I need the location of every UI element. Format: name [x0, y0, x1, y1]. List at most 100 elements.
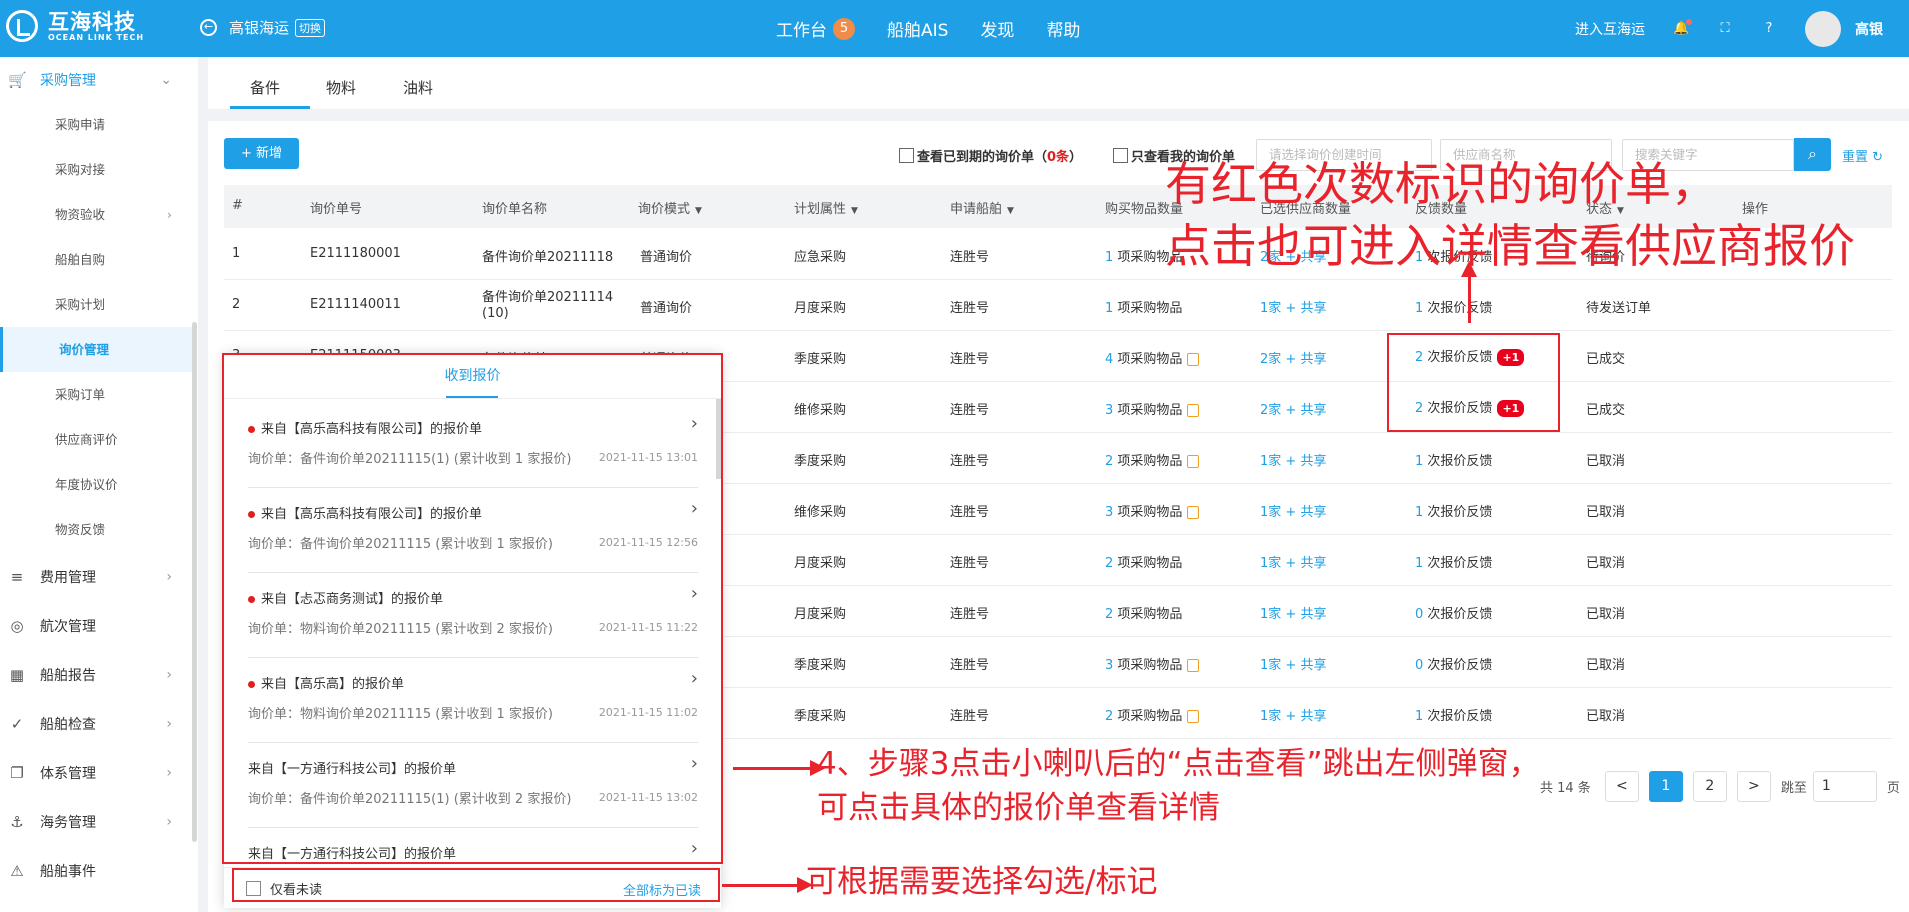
- add-button[interactable]: + 新增: [224, 138, 299, 169]
- sidebar-item-voyage[interactable]: ◎ 航次管理: [0, 603, 192, 648]
- top-bar: 互海科技 OCEAN LINK TECH ← 高银海运 切换 工作台 5 船舶AI…: [0, 0, 1909, 57]
- cell-suppliers[interactable]: 2家 + 共享: [1260, 348, 1326, 367]
- sidebar-sub-order[interactable]: 采购订单: [0, 372, 192, 417]
- cell-plan: 月度采购: [794, 607, 847, 622]
- cell-suppliers[interactable]: 1家 + 共享: [1260, 603, 1326, 622]
- cell-plan: 应急采购: [794, 250, 847, 265]
- next-page-button[interactable]: >: [1736, 771, 1771, 802]
- pagination: 共 14 条 < 1 2 > 跳至 1 页: [1540, 771, 1900, 802]
- switch-button[interactable]: 切换: [295, 18, 326, 37]
- qty-label: 项采购物品: [1117, 505, 1183, 520]
- cell-suppliers[interactable]: 1家 + 共享: [1260, 501, 1326, 520]
- sidebar-sub-feedback[interactable]: 物资反馈: [0, 507, 192, 552]
- nav-ais[interactable]: 船舶AIS: [887, 16, 948, 41]
- cell-suppliers[interactable]: 1家 + 共享: [1260, 552, 1326, 571]
- sidebar-item-marine[interactable]: ⚓ 海务管理 ›: [0, 799, 192, 844]
- th-plan[interactable]: 计划属性 ▼: [794, 198, 858, 217]
- sidebar-sub-plan[interactable]: 采购计划: [0, 282, 192, 327]
- sidebar-item-label: 采购管理: [40, 72, 96, 89]
- sidebar-sub-annual-price[interactable]: 年度协议价: [0, 462, 192, 507]
- fullscreen-icon[interactable]: ⛶: [1717, 21, 1733, 37]
- document-icon[interactable]: [1187, 404, 1200, 417]
- cell-feedback[interactable]: 0 次报价反馈: [1415, 603, 1492, 622]
- table-row[interactable]: 2 E2111140011 备件询价单20211114 (10) 普通询价 月度采购 连胜号…: [224, 280, 1892, 331]
- sidebar-sub-supplier-eval[interactable]: 供应商评价: [0, 417, 192, 462]
- expired-checkbox[interactable]: 查看已到期的询价单（ 0条）: [899, 146, 1082, 165]
- feedback-count: 0: [1415, 607, 1424, 622]
- feedback-label: 次报价反馈: [1427, 505, 1493, 520]
- cell-plan: 维修采购: [794, 505, 847, 520]
- search-icon[interactable]: ⌕: [1794, 138, 1831, 171]
- cell-qty[interactable]: 3 项采购物品: [1105, 399, 1200, 418]
- feedback-count: 1: [1415, 454, 1424, 469]
- back-icon[interactable]: ←: [200, 19, 217, 36]
- bell-icon[interactable]: 🔔: [1673, 18, 1692, 37]
- th-mode[interactable]: 询价模式 ▼: [638, 198, 702, 217]
- chevron-right-icon: ›: [166, 568, 172, 585]
- sidebar-item-event[interactable]: ⚠ 船舶事件: [0, 848, 192, 893]
- sidebar-sub-inquiry[interactable]: 询价管理: [0, 327, 192, 372]
- document-icon[interactable]: [1187, 710, 1200, 723]
- sidebar-sub-acceptance[interactable]: 物资验收 ›: [0, 192, 192, 237]
- sidebar-item-report[interactable]: ▦ 船舶报告 ›: [0, 652, 192, 697]
- cell-feedback[interactable]: 1 次报价反馈: [1415, 705, 1492, 724]
- nav-help[interactable]: 帮助: [1046, 16, 1080, 41]
- cell-feedback[interactable]: 1 次报价反馈: [1415, 297, 1492, 316]
- cell-suppliers[interactable]: 1家 + 共享: [1260, 450, 1326, 469]
- cell-ship: 连胜号: [950, 607, 990, 622]
- cell-qty[interactable]: 2 项采购物品: [1105, 705, 1200, 724]
- sidebar-sub-purchase-docking[interactable]: 采购对接: [0, 147, 192, 192]
- sidebar-item-system[interactable]: ❐ 体系管理 ›: [0, 750, 192, 795]
- tab-materials[interactable]: 物料: [326, 77, 356, 98]
- th-ship[interactable]: 申请船舶 ▼: [950, 198, 1014, 217]
- tab-spare-parts[interactable]: 备件: [250, 77, 280, 98]
- page-2-button[interactable]: 2: [1692, 771, 1727, 802]
- company-switcher[interactable]: ← 高银海运 切换: [200, 17, 326, 38]
- sidebar-scrollbar[interactable]: [192, 322, 197, 842]
- cell-suppliers[interactable]: 1家 + 共享: [1260, 705, 1326, 724]
- cell-qty[interactable]: 3 项采购物品: [1105, 654, 1200, 673]
- qty-label: 项采购物品: [1117, 454, 1183, 469]
- cell-qty[interactable]: 3 项采购物品: [1105, 501, 1200, 520]
- cell-qty[interactable]: 2 项采购物品: [1105, 450, 1200, 469]
- check-circle-icon: ✓: [10, 714, 24, 733]
- sidebar-sub-purchase-request[interactable]: 采购申请: [0, 102, 192, 147]
- cell-qty[interactable]: 1 项采购物品: [1105, 297, 1182, 316]
- cell-feedback[interactable]: 1 次报价反馈: [1415, 501, 1492, 520]
- cell-feedback[interactable]: 1 次报价反馈: [1415, 552, 1492, 571]
- document-icon[interactable]: [1187, 659, 1200, 672]
- checkbox-box[interactable]: [899, 148, 914, 163]
- cell-qty[interactable]: 2 项采购物品: [1105, 552, 1182, 571]
- cell-suppliers[interactable]: 1家 + 共享: [1260, 297, 1326, 316]
- help-icon[interactable]: ?: [1761, 21, 1777, 37]
- cell-feedback[interactable]: 1 次报价反馈: [1415, 450, 1492, 469]
- document-icon[interactable]: [1187, 353, 1200, 366]
- sidebar-sub-self-purchase[interactable]: 船舶自购: [0, 237, 192, 282]
- sidebar-item-label: 海务管理: [40, 814, 96, 831]
- nav-discover[interactable]: 发现: [980, 16, 1014, 41]
- cell-feedback[interactable]: 0 次报价反馈: [1415, 654, 1492, 673]
- document-icon[interactable]: [1187, 455, 1200, 468]
- prev-page-button[interactable]: <: [1604, 771, 1639, 802]
- reset-button[interactable]: 重置 ↻: [1842, 146, 1883, 165]
- sidebar-item-expense[interactable]: ≡ 费用管理 ›: [0, 554, 192, 599]
- document-icon[interactable]: [1187, 506, 1200, 519]
- page-1-button[interactable]: 1: [1648, 771, 1683, 802]
- enter-hihaiyun-link[interactable]: 进入互海运: [1575, 19, 1645, 39]
- cell-qty[interactable]: 2 项采购物品: [1105, 603, 1182, 622]
- th-no: 询价单号: [310, 202, 363, 217]
- username[interactable]: 高银: [1855, 19, 1883, 39]
- chevron-down-icon: ⌄: [160, 71, 172, 88]
- tab-oil[interactable]: 油料: [403, 77, 433, 98]
- checkbox-box[interactable]: [1113, 148, 1128, 163]
- jump-input[interactable]: 1: [1812, 771, 1877, 802]
- qty-number: 2: [1105, 709, 1114, 724]
- cell-suppliers[interactable]: 2家 + 共享: [1260, 399, 1326, 418]
- cell-qty[interactable]: 4 项采购物品: [1105, 348, 1200, 367]
- sidebar-item-inspection[interactable]: ✓ 船舶检查 ›: [0, 701, 192, 746]
- logo[interactable]: 互海科技 OCEAN LINK TECH: [6, 10, 144, 42]
- cell-suppliers[interactable]: 1家 + 共享: [1260, 654, 1326, 673]
- avatar[interactable]: [1805, 10, 1841, 47]
- nav-workbench[interactable]: 工作台 5: [776, 16, 855, 41]
- sidebar-item-procurement[interactable]: 🛒 采购管理 ⌄: [0, 57, 192, 102]
